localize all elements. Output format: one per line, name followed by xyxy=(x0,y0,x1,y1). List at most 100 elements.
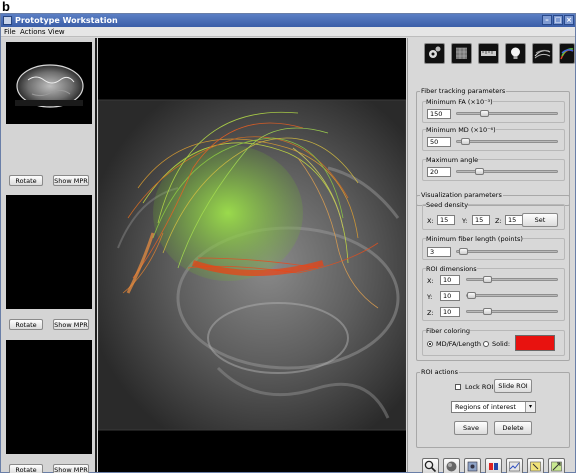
thumbnail-viewport-3[interactable] xyxy=(6,340,92,454)
seed-x-input[interactable]: 15 xyxy=(437,215,455,225)
slide-roi-button[interactable]: Slide ROI xyxy=(494,379,532,393)
roi-dropdown[interactable]: Regions of interest ▾ xyxy=(451,401,536,413)
roi-y-slider-handle[interactable] xyxy=(467,292,476,299)
visualization-title: Visualization parameters xyxy=(420,191,503,199)
seed-x-label: X: xyxy=(427,217,434,225)
roi-z-slider-handle[interactable] xyxy=(483,308,492,315)
menu-view[interactable]: View xyxy=(48,27,65,37)
rotate-button-2[interactable]: Rotate xyxy=(9,319,43,330)
tractography-rendering xyxy=(98,38,406,472)
delete-roi-button[interactable]: Delete xyxy=(494,421,532,435)
min-fiber-length-input[interactable]: 3 xyxy=(427,247,451,257)
roi-dropdown-value: Regions of interest xyxy=(455,403,516,411)
min-fa-input[interactable]: 150 xyxy=(427,109,451,119)
show-mpr-button-3[interactable]: Show MPR xyxy=(53,464,89,473)
menu-bar: File Actions View xyxy=(1,27,575,37)
ruler-tool-button[interactable] xyxy=(478,43,499,64)
show-mpr-button-2[interactable]: Show MPR xyxy=(53,319,89,330)
seed-y-label: Y: xyxy=(462,217,468,225)
settings-tool-button[interactable] xyxy=(424,43,445,64)
set-seed-button[interactable]: Set xyxy=(522,213,558,227)
layout-tool-button[interactable] xyxy=(485,458,502,473)
window-title: Prototype Workstation xyxy=(15,16,118,25)
title-bar[interactable]: Prototype Workstation – □ × xyxy=(1,14,575,27)
minimize-button[interactable]: – xyxy=(542,15,552,25)
roi-z-label: Z: xyxy=(427,309,434,317)
min-md-input[interactable]: 50 xyxy=(427,137,451,147)
maximize-button[interactable]: □ xyxy=(553,15,563,25)
control-panel: Fiber tracking parameters Minimum FA (×1… xyxy=(407,38,575,473)
app-icon xyxy=(3,16,12,25)
min-fiber-length-slider-handle[interactable] xyxy=(459,248,468,255)
min-md-slider-handle[interactable] xyxy=(461,138,470,145)
seed-z-input[interactable]: 15 xyxy=(505,215,523,225)
light-tool-button[interactable] xyxy=(505,43,526,64)
min-fa-slider-handle[interactable] xyxy=(480,110,489,117)
menu-file[interactable]: File xyxy=(4,27,16,37)
show-mpr-button-1[interactable]: Show MPR xyxy=(53,175,89,186)
chevron-down-icon: ▾ xyxy=(525,402,535,412)
roi-z-slider[interactable] xyxy=(466,308,558,315)
roi-actions-title: ROI actions xyxy=(420,368,460,376)
cube-view-tool-button[interactable] xyxy=(464,458,481,473)
coloring-mdfa-radio[interactable] xyxy=(427,341,433,347)
sphere-icon xyxy=(446,461,457,472)
transform-tool-button[interactable] xyxy=(548,458,565,473)
solid-color-swatch[interactable] xyxy=(515,335,555,351)
thumbnail-viewport-2[interactable] xyxy=(6,195,92,309)
lock-roi-checkbox[interactable] xyxy=(455,384,461,390)
thumbnail-column: Rotate Show MPR Rotate Show MPR Rotate S… xyxy=(1,38,97,473)
main-3d-viewport[interactable] xyxy=(98,38,406,472)
tractography-tool-button[interactable] xyxy=(559,43,575,64)
close-button[interactable]: × xyxy=(564,15,574,25)
coloring-solid-radio[interactable] xyxy=(483,341,489,347)
fiber-tool-button[interactable] xyxy=(532,43,553,64)
zoom-tool-button[interactable] xyxy=(422,458,439,473)
seed-z-label: Z: xyxy=(495,217,502,225)
figure-label: b xyxy=(2,0,10,14)
max-angle-input[interactable]: 20 xyxy=(427,167,451,177)
roi-y-slider[interactable] xyxy=(466,292,558,299)
save-roi-button[interactable]: Save xyxy=(454,421,488,435)
roi-x-slider[interactable] xyxy=(466,276,558,283)
roi-y-input[interactable]: 10 xyxy=(440,291,460,301)
transform-icon xyxy=(551,461,562,472)
min-md-slider[interactable] xyxy=(456,138,558,145)
roi-z-input[interactable]: 10 xyxy=(440,307,460,317)
roi-dimensions-label: ROI dimensions xyxy=(426,265,477,273)
tractography-icon xyxy=(560,48,574,60)
min-fa-slider[interactable] xyxy=(456,110,558,117)
roi-x-slider-handle[interactable] xyxy=(483,276,492,283)
lightbulb-icon xyxy=(511,47,520,59)
fiber-coloring-label: Fiber coloring xyxy=(426,327,470,335)
sphere-tool-button[interactable] xyxy=(443,458,460,473)
min-fiber-length-slider[interactable] xyxy=(456,248,558,255)
min-md-label: Minimum MD (×10⁻⁶) xyxy=(426,126,496,134)
roi-x-input[interactable]: 10 xyxy=(440,275,460,285)
select-icon xyxy=(530,461,541,472)
coloring-mdfa-label: MD/FA/Length xyxy=(436,340,482,348)
seed-y-input[interactable]: 15 xyxy=(472,215,490,225)
magnifier-icon xyxy=(424,460,437,473)
rotate-button-3[interactable]: Rotate xyxy=(9,464,43,473)
roi-x-label: X: xyxy=(427,277,434,285)
ruler-icon xyxy=(481,51,496,56)
brain-thumbnail-image xyxy=(6,42,92,124)
max-angle-slider-handle[interactable] xyxy=(475,168,484,175)
cube-tool-button[interactable] xyxy=(451,43,472,64)
thumbnail-viewport-1[interactable] xyxy=(6,42,92,124)
seed-density-label: Seed density xyxy=(426,201,469,209)
max-angle-slider[interactable] xyxy=(456,168,558,175)
graph-tool-button[interactable] xyxy=(506,458,523,473)
min-fiber-length-label: Minimum fiber length (points) xyxy=(426,235,523,243)
min-fa-label: Minimum FA (×10⁻³) xyxy=(426,98,493,106)
max-angle-label: Maximum angle xyxy=(426,156,479,164)
graph-icon xyxy=(509,461,520,472)
fiber-tracking-title: Fiber tracking parameters xyxy=(420,87,507,95)
coloring-solid-label: Solid: xyxy=(492,340,511,348)
select-tool-button[interactable] xyxy=(527,458,544,473)
roi-y-label: Y: xyxy=(427,293,433,301)
rotate-button-1[interactable]: Rotate xyxy=(9,175,43,186)
lock-roi-label: Lock ROI xyxy=(465,383,494,391)
menu-actions[interactable]: Actions xyxy=(20,27,46,37)
